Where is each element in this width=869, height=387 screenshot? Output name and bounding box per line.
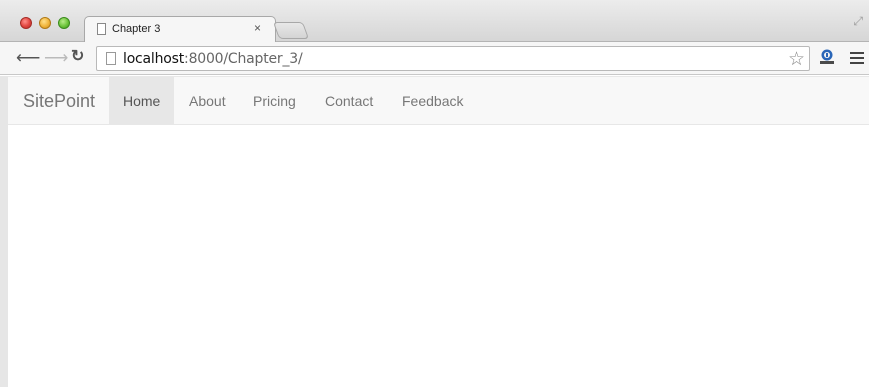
url-path: :8000/Chapter_3/	[184, 51, 303, 67]
url-text[interactable]: localhost:8000/Chapter_3/	[123, 51, 303, 67]
browser-toolbar: ⟵ ⟶ ↻ localhost:8000/Chapter_3/ ☆	[0, 42, 869, 75]
bookmark-star-icon[interactable]: ☆	[788, 48, 805, 71]
hamburger-menu-icon[interactable]	[850, 52, 864, 64]
browser-tab[interactable]: Chapter 3 ×	[84, 16, 276, 42]
extension-icon[interactable]	[818, 48, 836, 66]
minimize-window-button[interactable]	[39, 17, 51, 29]
back-arrow-icon[interactable]: ⟵	[16, 49, 40, 66]
maximize-window-button[interactable]	[58, 17, 70, 29]
brand-link[interactable]: SitePoint	[23, 91, 95, 112]
page-icon	[106, 52, 116, 65]
nav-item-feedback[interactable]: Feedback	[388, 77, 477, 125]
nav-item-pricing[interactable]: Pricing	[239, 77, 310, 125]
nav-item-contact[interactable]: Contact	[311, 77, 387, 125]
nav-item-about[interactable]: About	[175, 77, 240, 125]
nav-item-home[interactable]: Home	[109, 77, 175, 125]
url-host: localhost	[123, 51, 185, 67]
tab-title: Chapter 3	[112, 23, 161, 35]
fullscreen-icon[interactable]: ⤢	[853, 14, 863, 29]
page-document-icon	[97, 23, 106, 35]
reload-icon[interactable]: ↻	[71, 48, 84, 65]
browser-titlebar: Chapter 3 × ⤢	[0, 0, 869, 42]
page-viewport: SitePoint Home About Pricing Contact Fee…	[0, 76, 869, 387]
tab-close-icon[interactable]: ×	[254, 21, 261, 35]
address-bar[interactable]: localhost:8000/Chapter_3/ ☆	[96, 46, 810, 71]
site-navbar: SitePoint Home About Pricing Contact Fee…	[8, 76, 869, 125]
forward-arrow-icon[interactable]: ⟶	[44, 49, 68, 66]
new-tab-button[interactable]	[272, 22, 310, 39]
close-window-button[interactable]	[20, 17, 32, 29]
